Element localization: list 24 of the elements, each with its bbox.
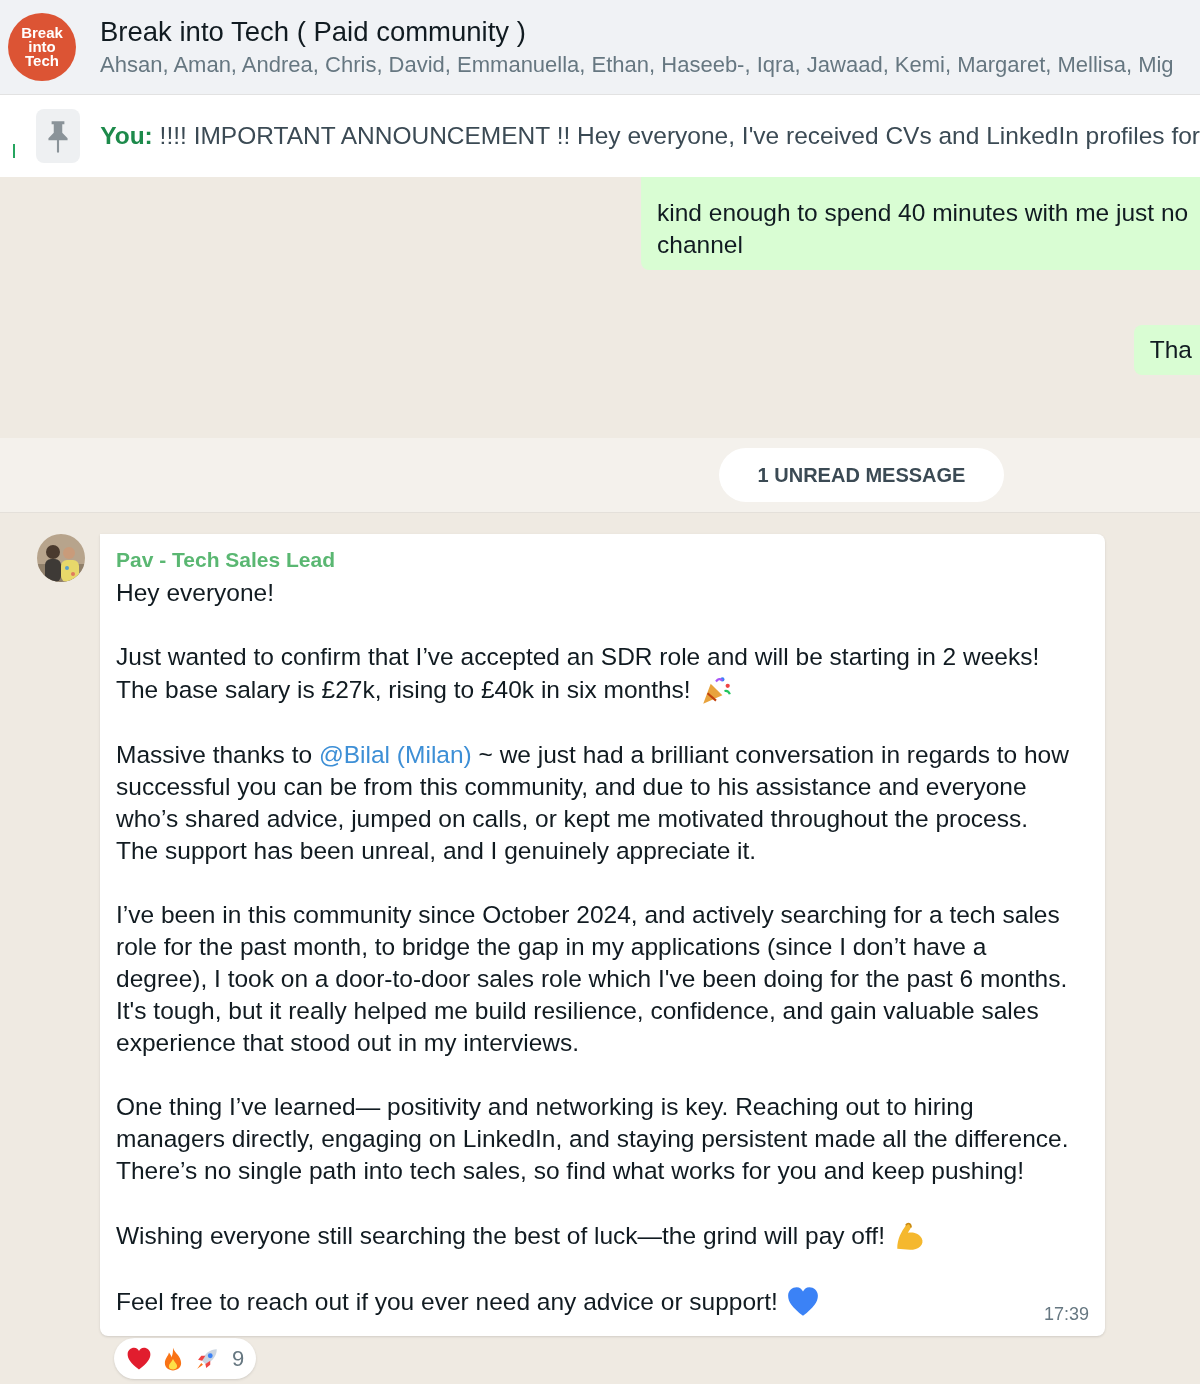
pin-indicator <box>13 144 16 158</box>
group-logo[interactable]: Break into Tech <box>8 13 76 81</box>
message-text: channel <box>657 230 744 260</box>
mention-link[interactable]: @Bilal (Milan) <box>318 741 472 768</box>
message-text: Tha <box>1149 335 1192 365</box>
message-text: I’ve been in this community since October 2024, and actively searching for a tech sales role for the past month, to bridge the gap in my applications (since I don’t have a degree), I took on a door-to-door sales role which I've been doing for the past 6 months. It's tough, but it really helped me build resilience, confidence, and gain valuable sales experience that stood out in my interviews. <box>116 900 1069 1058</box>
pinned-banner[interactable]: You: !!!! IMPORTANT ANNOUNCEMENT !! Hey everyone, I've received CVs and LinkedIn profiles for <box>0 95 1200 177</box>
group-title: Break into Tech ( Paid community ) <box>100 16 527 48</box>
reactions-pill[interactable]: 9 <box>114 1338 257 1379</box>
message-text: Hey everyone! <box>116 578 275 608</box>
member-list: Ahsan, Aman, Andrea, Chris, David, Emmanuella, Ethan, Haseeb-, Iqra, Jawaad, Kemi, Margaret, Mellisa, Mig <box>100 52 1174 78</box>
sender-name: Pav - Tech Sales Lead <box>116 547 337 573</box>
message-text: Feel free to reach out if you ever need any advice or support! <box>116 1287 778 1317</box>
message-text: The base salary is £27k, rising to £40k in six months! <box>116 675 691 705</box>
message-text: Massive thanks to @Bilal (Milan) ~ we just had a brilliant conversation in regards to how successful you can be from this community, and due to his assistance and everyone who’s shared advice, jumped on calls, or kept me motivated throughout the process. The support has been unreal, and I genuinely appreciate it. <box>116 740 1070 866</box>
message-text: One thing I’ve learned— positivity and networking is key. Reaching out to hiring managers directly, engaging on LinkedIn, and staying persistent made all the difference. There’s no single path into tech sales, so find what works for you and keep pushing! <box>116 1092 1070 1186</box>
pin-icon[interactable] <box>36 109 81 163</box>
pinned-message: You: !!!! IMPORTANT ANNOUNCEMENT !! Hey everyone, I've received CVs and LinkedIn profiles for <box>100 120 1200 151</box>
message-text: kind enough to spend 40 minutes with me just no <box>657 198 1190 228</box>
reaction-count: 9 <box>232 1345 245 1373</box>
message-text: Just wanted to confirm that I’ve accepted an SDR role and will be starting in 2 weeks! <box>116 642 1041 672</box>
message-text: Wishing everyone still searching the best of luck—the grind will pay off! <box>116 1221 885 1251</box>
message-time: 17:39 <box>1043 1303 1089 1326</box>
heart-icon <box>126 1345 152 1372</box>
